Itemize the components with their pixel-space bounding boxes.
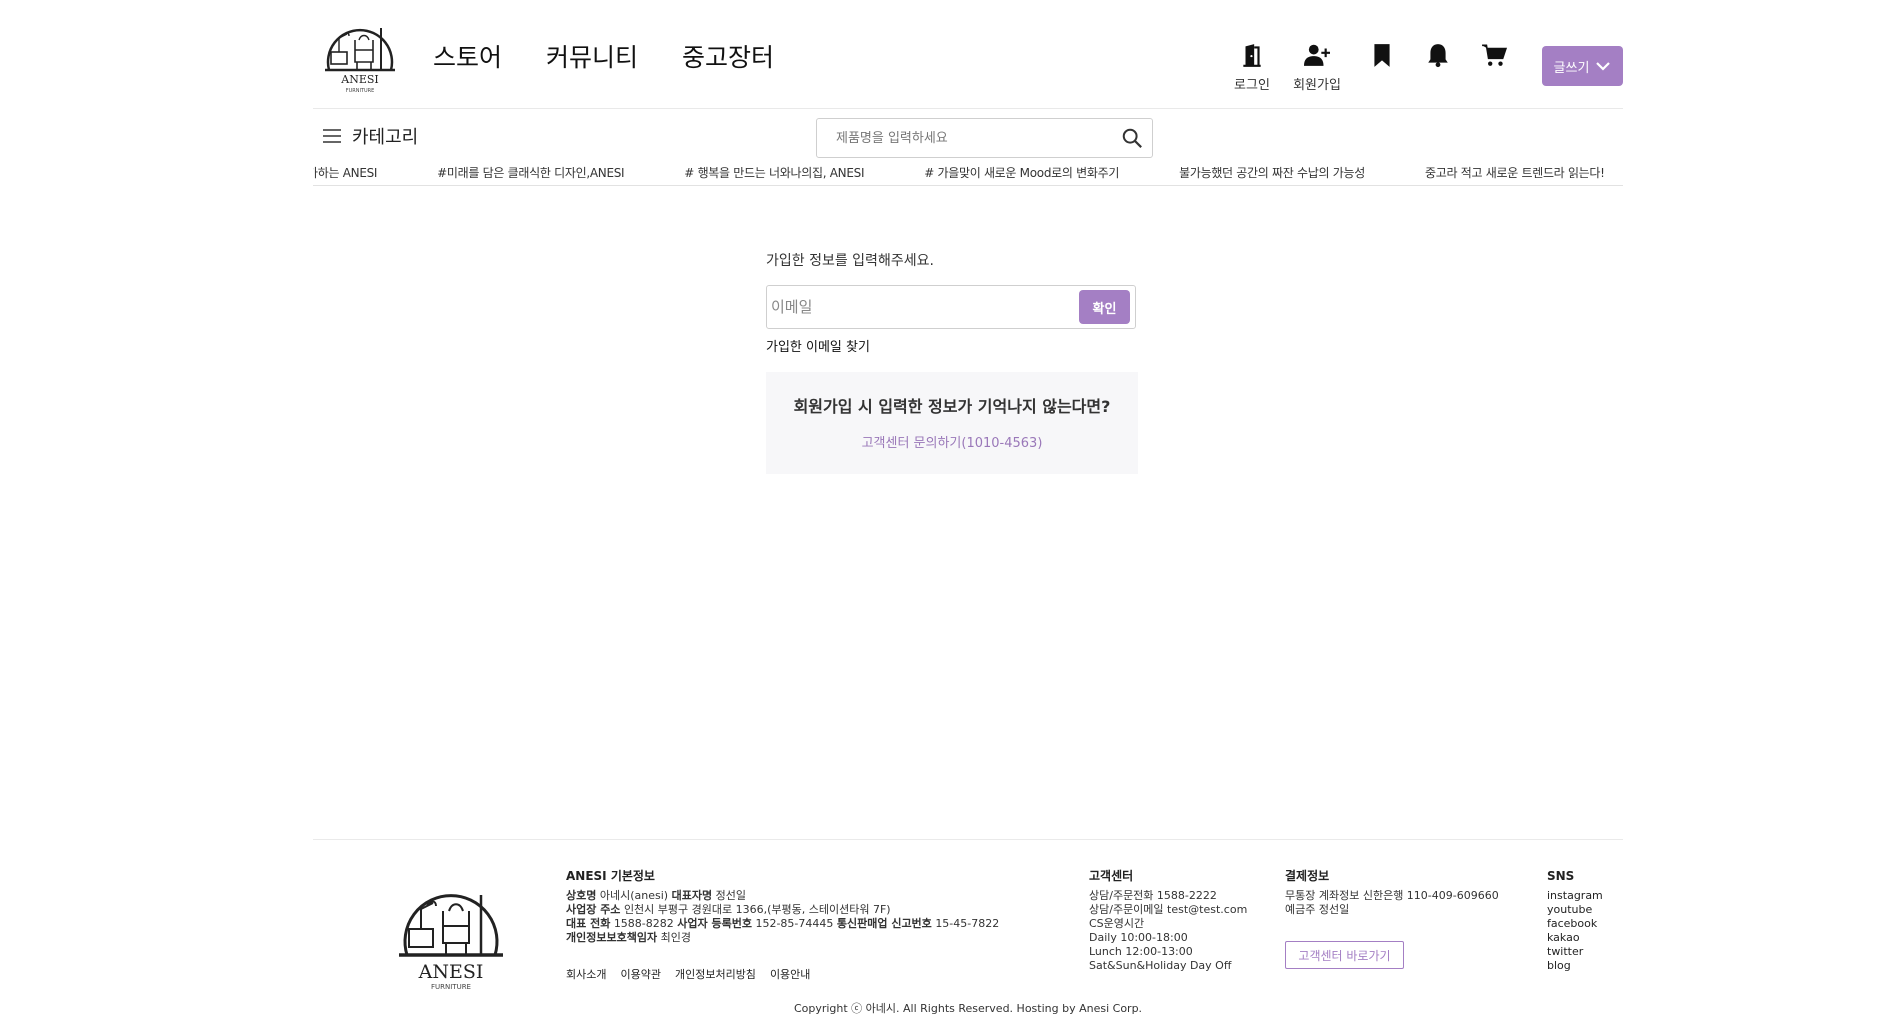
chevron-down-icon: [1596, 62, 1611, 71]
pay-title: 결제정보: [1285, 869, 1330, 883]
site-footer: ANESI FURNITURE ANESI 기본정보 상호명 아네시(anesi…: [313, 839, 1623, 1015]
footer-payment-info: 결제정보 무통장 계좌정보 신한은행 110-409-609660 예금주 정선…: [1285, 869, 1499, 969]
hamburger-icon: [323, 129, 341, 143]
svg-text:ANESI: ANESI: [340, 73, 378, 86]
search-input[interactable]: [817, 119, 1112, 157]
search-button[interactable]: [1112, 119, 1152, 157]
notification-button[interactable]: [1419, 42, 1457, 68]
site-header: ANESI FURNITURE 스토어 커뮤니티 중고장터 로그인 회원가입 글…: [313, 0, 1623, 109]
cs-line: CS운영시간: [1089, 917, 1145, 930]
copyright: Copyright ⓒ 아네시. All Rights Reserved. Ho…: [793, 1002, 1143, 1015]
help-box: 회원가입 시 입력한 정보가 기억나지 않는다면? 고객센터 문의하기(1010…: [766, 372, 1138, 474]
info-row: 개인정보보호책임자 최인경: [566, 931, 691, 944]
cart-icon: [1482, 44, 1507, 66]
sns-link-instagram[interactable]: instagram: [1547, 889, 1603, 903]
hashtag-ticker: 가하는 ANESI #미래를 담은 클래식한 디자인,ANESI # 행복을 만…: [313, 164, 1623, 184]
sns-link-twitter[interactable]: twitter: [1547, 945, 1603, 959]
nav-store[interactable]: 스토어: [433, 38, 502, 74]
search-icon: [1122, 128, 1142, 148]
sns-title: SNS: [1547, 869, 1575, 883]
write-label: 글쓰기: [1553, 60, 1590, 76]
ticker-item[interactable]: #미래를 담은 클래식한 디자인,ANESI: [437, 164, 624, 181]
form-title: 가입한 정보를 입력해주세요.: [766, 253, 934, 269]
write-button[interactable]: 글쓰기: [1542, 46, 1623, 86]
svg-text:ANESI: ANESI: [418, 961, 484, 983]
sns-link-youtube[interactable]: youtube: [1547, 903, 1603, 917]
info-row: 사업장 주소 인천시 부평구 경원대로 1366,(부평동, 스테이션타워 7F…: [566, 903, 891, 916]
svg-text:FURNITURE: FURNITURE: [346, 88, 375, 94]
main-nav: 스토어 커뮤니티 중고장터: [433, 38, 774, 74]
logo-icon: ANESI FURNITURE: [399, 894, 503, 991]
cs-line: Daily 10:00-18:00: [1089, 931, 1188, 944]
sub-header: 카테고리 가하는 ANESI #미래를 담은 클래식한 디자인,ANESI # …: [313, 109, 1623, 186]
search-bar: [816, 118, 1153, 158]
ticker-item[interactable]: # 행복을 만드는 너와나의집, ANESI: [684, 164, 864, 181]
footer-sns: SNS instagram youtube facebook kakao twi…: [1547, 869, 1603, 973]
help-question: 회원가입 시 입력한 정보가 기억나지 않는다면?: [793, 397, 1111, 416]
bookmark-icon: [1374, 44, 1390, 67]
cs-line: Sat&Sun&Holiday Day Off: [1089, 959, 1232, 972]
category-menu-button[interactable]: 카테고리: [322, 123, 418, 149]
cs-line: 상담/주문전화 1588-2222: [1089, 889, 1217, 902]
cart-button[interactable]: [1475, 42, 1513, 68]
nav-market[interactable]: 중고장터: [682, 38, 774, 74]
add-user-icon: [1304, 44, 1330, 66]
footer-links: 회사소개 이용약관 개인정보처리방침 이용안내: [566, 966, 810, 982]
footer-link-guide[interactable]: 이용안내: [770, 966, 810, 982]
sns-link-facebook[interactable]: facebook: [1547, 917, 1603, 931]
confirm-button[interactable]: 확인: [1079, 290, 1130, 324]
anesi-logo[interactable]: ANESI FURNITURE: [319, 14, 401, 96]
find-account-form: 가입한 정보를 입력해주세요. 확인 가입한 이메일 찾기 회원가입 시 입력한…: [766, 250, 1138, 474]
category-label: 카테고리: [352, 127, 419, 148]
pay-line: 무통장 계좌정보 신한은행 110-409-609660: [1285, 889, 1499, 902]
cs-line: Lunch 12:00-13:00: [1089, 945, 1193, 958]
ticker-item[interactable]: # 가을맞이 새로운 Mood로의 변화주기: [924, 164, 1119, 181]
bookmark-button[interactable]: [1363, 42, 1401, 68]
customer-center-button[interactable]: 고객센터 바로가기: [1285, 941, 1404, 969]
email-input[interactable]: [771, 298, 1079, 316]
nav-community[interactable]: 커뮤니티: [546, 38, 638, 74]
footer-link-terms[interactable]: 이용약관: [620, 966, 660, 982]
ticker-item[interactable]: 불가능했던 공간의 짜잔 수납의 가능성: [1179, 164, 1365, 181]
svg-text:FURNITURE: FURNITURE: [431, 983, 471, 991]
customer-center-link[interactable]: 고객센터 문의하기(1010-4563): [862, 432, 1043, 451]
info-row: 대표 전화 1588-8282 사업자 등록번호 152-85-74445 통신…: [566, 917, 1000, 930]
footer-logo: ANESI FURNITURE: [393, 875, 509, 993]
find-email-link[interactable]: 가입한 이메일 찾기: [766, 336, 1138, 355]
cs-line: 상담/주문이메일 test@test.com: [1089, 903, 1248, 916]
door-icon: [1243, 44, 1261, 67]
sns-link-kakao[interactable]: kakao: [1547, 931, 1603, 945]
logo-icon: ANESI FURNITURE: [325, 28, 395, 94]
header-icons: 로그인 회원가입: [1233, 42, 1513, 93]
footer-link-privacy[interactable]: 개인정보처리방침: [675, 966, 756, 982]
login-button[interactable]: 로그인: [1233, 42, 1271, 93]
footer-link-about[interactable]: 회사소개: [566, 966, 606, 982]
footer-company-info: ANESI 기본정보 상호명 아네시(anesi) 대표자명 정선일 사업장 주…: [566, 869, 999, 945]
sns-link-blog[interactable]: blog: [1547, 959, 1603, 973]
info-row: 상호명 아네시(anesi) 대표자명 정선일: [566, 889, 746, 902]
footer-customer-center: 고객센터 상담/주문전화 1588-2222 상담/주문이메일 test@tes…: [1089, 869, 1247, 973]
footer-info-title: ANESI 기본정보: [566, 869, 655, 883]
bell-icon: [1428, 44, 1448, 68]
cs-title: 고객센터: [1089, 869, 1134, 883]
login-label: 로그인: [1234, 78, 1270, 93]
signup-button[interactable]: 회원가입: [1289, 42, 1345, 93]
ticker-item[interactable]: 중고라 적고 새로운 트렌드라 읽는다!: [1425, 164, 1605, 181]
ticker-item[interactable]: 가하는 ANESI: [313, 164, 377, 181]
pay-line: 예금주 정선일: [1285, 903, 1350, 916]
signup-label: 회원가입: [1293, 78, 1341, 93]
email-field-wrapper: 확인: [766, 285, 1136, 329]
